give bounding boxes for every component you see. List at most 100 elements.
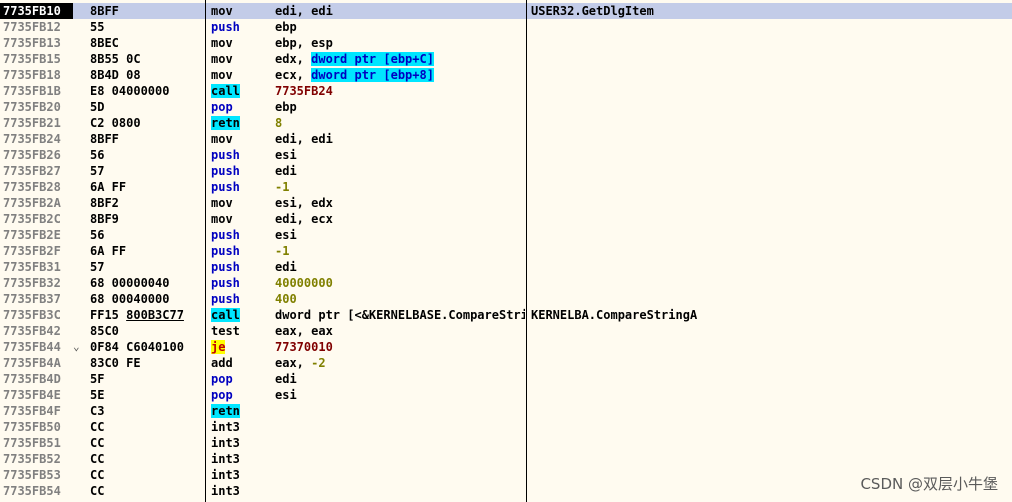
operand-cell[interactable]: esi xyxy=(275,387,525,403)
address-cell[interactable]: 7735FB2C xyxy=(0,211,73,227)
address-cell[interactable]: 7735FB26 xyxy=(0,147,73,163)
address-cell[interactable]: 7735FB4F xyxy=(0,403,73,419)
mnemonic-cell[interactable]: int3 xyxy=(211,419,271,435)
disasm-row[interactable]: 7735FB21 C2 0800 retn 8 xyxy=(0,115,1012,131)
disasm-row[interactable]: 7735FB20 5D pop ebp xyxy=(0,99,1012,115)
column-separator[interactable] xyxy=(526,0,527,502)
comment-cell[interactable] xyxy=(531,51,1001,67)
mnemonic-cell[interactable]: call xyxy=(211,83,271,99)
disassembly-view[interactable]: 7735FB10 8BFF mov edi, edi USER32.GetDlgItem… xyxy=(0,3,1012,499)
bytes-cell[interactable]: 56 xyxy=(90,147,202,163)
mnemonic-cell[interactable]: push xyxy=(211,19,271,35)
address-cell[interactable]: 7735FB28 xyxy=(0,179,73,195)
disasm-row[interactable]: 7735FB32 68 00000040 push 40000000 xyxy=(0,275,1012,291)
disasm-row[interactable]: 7735FB4A 83C0 FE add eax, -2 xyxy=(0,355,1012,371)
bytes-cell[interactable]: 8BF2 xyxy=(90,195,202,211)
comment-cell[interactable] xyxy=(531,243,1001,259)
address-cell[interactable]: 7735FB21 xyxy=(0,115,73,131)
mnemonic-cell[interactable]: push xyxy=(211,227,271,243)
bytes-cell[interactable]: 56 xyxy=(90,227,202,243)
mnemonic-cell[interactable]: test xyxy=(211,323,271,339)
operand-cell[interactable]: edi xyxy=(275,371,525,387)
mnemonic-cell[interactable]: int3 xyxy=(211,483,271,499)
bytes-cell[interactable]: 68 00040000 xyxy=(90,291,202,307)
comment-cell[interactable] xyxy=(531,451,1001,467)
address-cell[interactable]: 7735FB3C xyxy=(0,307,73,323)
address-cell[interactable]: 7735FB2F xyxy=(0,243,73,259)
disasm-row[interactable]: 7735FB31 57 push edi xyxy=(0,259,1012,275)
bytes-cell[interactable]: 6A FF xyxy=(90,179,202,195)
bytes-cell[interactable]: E8 04000000 xyxy=(90,83,202,99)
address-cell[interactable]: 7735FB4E xyxy=(0,387,73,403)
operand-cell[interactable]: edi xyxy=(275,259,525,275)
comment-cell[interactable] xyxy=(531,147,1001,163)
operand-cell[interactable]: ebp xyxy=(275,99,525,115)
operand-cell[interactable]: ebp xyxy=(275,19,525,35)
comment-cell[interactable] xyxy=(531,211,1001,227)
comment-cell[interactable] xyxy=(531,291,1001,307)
comment-cell[interactable] xyxy=(531,259,1001,275)
operand-cell[interactable]: edx, dword ptr [ebp+C] xyxy=(275,51,525,67)
comment-cell[interactable] xyxy=(531,435,1001,451)
operand-cell[interactable]: 7735FB24 xyxy=(275,83,525,99)
disasm-row[interactable]: 7735FB3C FF15 800B3C77 call dword ptr [<&KE… xyxy=(0,307,1012,323)
operand-cell[interactable]: esi xyxy=(275,227,525,243)
operand-cell[interactable]: 8 xyxy=(275,115,525,131)
address-cell[interactable]: 7735FB51 xyxy=(0,435,73,451)
address-cell[interactable]: 7735FB10 xyxy=(0,3,73,19)
comment-cell[interactable] xyxy=(531,115,1001,131)
bytes-cell[interactable]: 83C0 FE xyxy=(90,355,202,371)
disasm-row[interactable]: 7735FB2F 6A FF push -1 xyxy=(0,243,1012,259)
disasm-row[interactable]: 7735FB24 8BFF mov edi, edi xyxy=(0,131,1012,147)
comment-cell[interactable] xyxy=(531,163,1001,179)
address-cell[interactable]: 7735FB50 xyxy=(0,419,73,435)
mnemonic-cell[interactable]: je xyxy=(211,339,271,355)
mnemonic-cell[interactable]: int3 xyxy=(211,467,271,483)
disasm-row[interactable]: 7735FB18 8B4D 08 mov ecx, dword ptr [ebp+8] xyxy=(0,67,1012,83)
mnemonic-cell[interactable]: pop xyxy=(211,99,271,115)
disasm-row[interactable]: 7735FB4F C3 retn xyxy=(0,403,1012,419)
mnemonic-cell[interactable]: retn xyxy=(211,403,271,419)
operand-cell[interactable]: 77370010 xyxy=(275,339,525,355)
disasm-row[interactable]: 7735FB27 57 push edi xyxy=(0,163,1012,179)
comment-cell[interactable] xyxy=(531,83,1001,99)
bytes-cell[interactable]: 85C0 xyxy=(90,323,202,339)
disasm-row[interactable]: 7735FB4E 5E pop esi xyxy=(0,387,1012,403)
address-cell[interactable]: 7735FB54 xyxy=(0,483,73,499)
bytes-cell[interactable]: 0F84 C6040100 xyxy=(90,339,202,355)
comment-cell[interactable] xyxy=(531,99,1001,115)
operand-cell[interactable]: eax, -2 xyxy=(275,355,525,371)
operand-cell[interactable] xyxy=(275,483,525,499)
disasm-row[interactable]: 7735FB2E 56 push esi xyxy=(0,227,1012,243)
operand-cell[interactable]: ebp, esp xyxy=(275,35,525,51)
mnemonic-cell[interactable]: push xyxy=(211,147,271,163)
disasm-row[interactable]: 7735FB50 CC int3 xyxy=(0,419,1012,435)
operand-cell[interactable] xyxy=(275,451,525,467)
mnemonic-cell[interactable]: mov xyxy=(211,51,271,67)
disasm-row[interactable]: 7735FB1B E8 04000000 call 7735FB24 xyxy=(0,83,1012,99)
address-cell[interactable]: 7735FB32 xyxy=(0,275,73,291)
disasm-row[interactable]: 7735FB2A 8BF2 mov esi, edx xyxy=(0,195,1012,211)
bytes-cell[interactable]: 5D xyxy=(90,99,202,115)
bytes-cell[interactable]: 8B55 0C xyxy=(90,51,202,67)
comment-cell[interactable] xyxy=(531,419,1001,435)
bytes-cell[interactable]: 8BFF xyxy=(90,3,202,19)
comment-cell[interactable] xyxy=(531,275,1001,291)
bytes-cell[interactable]: CC xyxy=(90,451,202,467)
address-cell[interactable]: 7735FB4D xyxy=(0,371,73,387)
address-cell[interactable]: 7735FB2A xyxy=(0,195,73,211)
operand-cell[interactable]: 400 xyxy=(275,291,525,307)
bytes-cell[interactable]: 8BFF xyxy=(90,131,202,147)
disasm-row[interactable]: 7735FB26 56 push esi xyxy=(0,147,1012,163)
comment-cell[interactable]: KERNELBA.CompareStringA xyxy=(531,307,1001,323)
disasm-row[interactable]: 7735FB52 CC int3 xyxy=(0,451,1012,467)
mnemonic-cell[interactable]: push xyxy=(211,259,271,275)
comment-cell[interactable] xyxy=(531,179,1001,195)
mnemonic-cell[interactable]: push xyxy=(211,275,271,291)
operand-cell[interactable]: eax, eax xyxy=(275,323,525,339)
operand-cell[interactable]: -1 xyxy=(275,179,525,195)
disasm-row[interactable]: 7735FB51 CC int3 xyxy=(0,435,1012,451)
mnemonic-cell[interactable]: push xyxy=(211,291,271,307)
disasm-row[interactable]: 7735FB10 8BFF mov edi, edi USER32.GetDlgItem xyxy=(0,3,1012,19)
disasm-row[interactable]: 7735FB28 6A FF push -1 xyxy=(0,179,1012,195)
